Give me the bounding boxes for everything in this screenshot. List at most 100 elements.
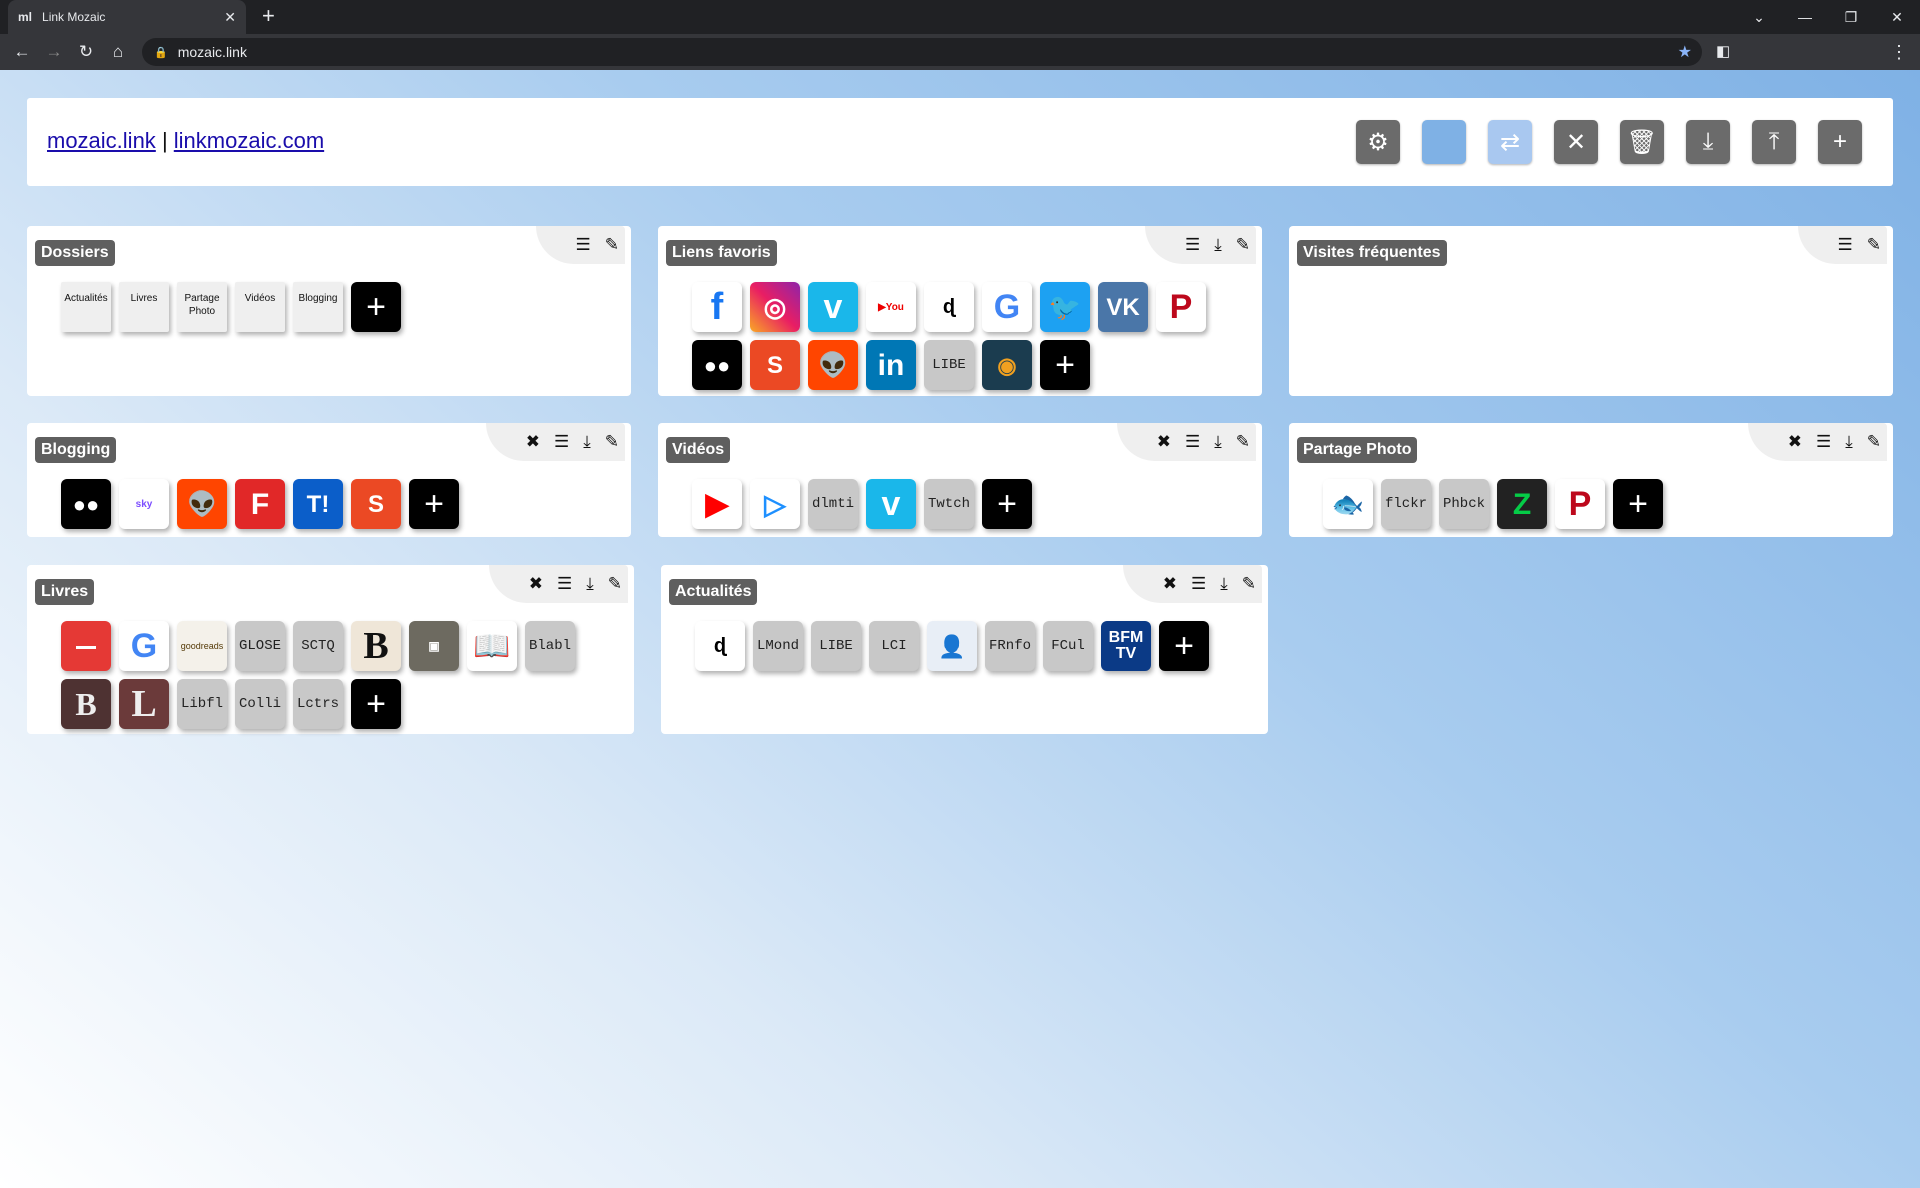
babelio-icon[interactable]: ▬▬ (61, 621, 111, 671)
close-button[interactable]: ✕ (1554, 120, 1598, 164)
france-info-icon[interactable]: 👤 (927, 621, 977, 671)
menu-icon[interactable]: ☰ (1838, 235, 1853, 255)
edit-icon[interactable]: ✎ (1236, 235, 1250, 255)
link-tile[interactable]: Libfl (177, 679, 227, 729)
youtube-icon[interactable]: ▶You (866, 282, 916, 332)
link-tile[interactable]: SCTQ (293, 621, 343, 671)
b-letter-icon[interactable]: B (351, 621, 401, 671)
close-icon[interactable]: ✖ (529, 574, 543, 594)
add-link-button[interactable]: + (409, 479, 459, 529)
back-icon[interactable]: ← (10, 40, 34, 64)
delete-button[interactable]: 🗑 (1620, 120, 1664, 164)
mozaic-link[interactable]: mozaic.link (47, 128, 156, 153)
medium-icon[interactable]: ●● (61, 479, 111, 529)
medium-icon[interactable]: ●● (692, 340, 742, 390)
add-link-button[interactable]: + (1159, 621, 1209, 671)
linkmozaic-link[interactable]: linkmozaic.com (174, 128, 324, 153)
b-letter-icon[interactable]: B (61, 679, 111, 729)
add-link-button[interactable]: + (982, 479, 1032, 529)
add-link-button[interactable]: + (1613, 479, 1663, 529)
address-bar[interactable]: 🔒 mozaic.link ★ (142, 38, 1702, 66)
link-tile[interactable]: FCul (1043, 621, 1093, 671)
google-icon[interactable]: G (982, 282, 1032, 332)
link-tile[interactable]: dlmti (808, 479, 858, 529)
edit-icon[interactable]: ✎ (1867, 235, 1881, 255)
twitter-icon[interactable]: 🐦 (1040, 282, 1090, 332)
fish-icon[interactable]: 🐟 (1323, 479, 1373, 529)
download-icon[interactable]: ⤓ (583, 432, 591, 452)
skyrock-icon[interactable]: sky (119, 479, 169, 529)
tab-search-icon[interactable]: ⌄ (1736, 0, 1782, 34)
link-tile[interactable]: LIBE (811, 621, 861, 671)
download-icon[interactable]: ⤓ (1214, 235, 1222, 255)
menu-icon[interactable]: ☰ (1185, 432, 1200, 452)
folder-item[interactable]: Partage Photo (177, 282, 227, 332)
link-tile[interactable]: LIBE (924, 340, 974, 390)
photo-book-icon[interactable]: ▣ (409, 621, 459, 671)
bookmark-star-icon[interactable]: ★ (1678, 42, 1692, 62)
edit-icon[interactable]: ✎ (608, 574, 622, 594)
linkedin-icon[interactable]: in (866, 340, 916, 390)
google-icon[interactable]: G (119, 621, 169, 671)
tumblr-t-icon[interactable]: T! (293, 479, 343, 529)
l-letter-icon[interactable]: L (119, 679, 169, 729)
menu-icon[interactable]: ☰ (1816, 432, 1831, 452)
download-icon[interactable]: ⤓ (586, 574, 594, 594)
download-icon[interactable]: ⤓ (1214, 432, 1222, 452)
link-tile[interactable]: LCI (869, 621, 919, 671)
minimize-button[interactable]: — (1782, 0, 1828, 34)
folder-item[interactable]: Vidéos (235, 282, 285, 332)
vimeo-icon[interactable]: v (866, 479, 916, 529)
close-icon[interactable]: ✖ (526, 432, 540, 452)
folder-item[interactable]: Actualités (61, 282, 111, 332)
stumbleupon-icon[interactable]: S (750, 340, 800, 390)
reddit-icon[interactable]: 👽 (177, 479, 227, 529)
bfmtv-icon[interactable]: BFM TV (1101, 621, 1151, 671)
menu-icon[interactable]: ☰ (554, 432, 569, 452)
color-button[interactable] (1422, 120, 1466, 164)
side-panel-icon[interactable]: ◧ (1716, 40, 1730, 64)
browser-tab[interactable]: ml Link Mozaic ✕ (8, 0, 246, 34)
upload-button[interactable]: ⤒ (1752, 120, 1796, 164)
menu-icon[interactable]: ☰ (1191, 574, 1206, 594)
instagram-icon[interactable]: ◎ (750, 282, 800, 332)
add-folder-button[interactable]: + (351, 282, 401, 332)
edit-icon[interactable]: ✎ (605, 432, 619, 452)
link-tile[interactable]: GLOSE (235, 621, 285, 671)
close-icon[interactable]: ✖ (1157, 432, 1171, 452)
youtube-icon[interactable]: ▶ (692, 479, 742, 529)
link-tile[interactable]: LMond (753, 621, 803, 671)
edit-icon[interactable]: ✎ (1242, 574, 1256, 594)
swap-button[interactable]: ⇄ (1488, 120, 1532, 164)
pinterest-icon[interactable]: P (1555, 479, 1605, 529)
le-devoir-icon[interactable]: ɖ (924, 282, 974, 332)
vk-icon[interactable]: VK (1098, 282, 1148, 332)
link-tile[interactable]: Lctrs (293, 679, 343, 729)
link-tile[interactable]: FRnfo (985, 621, 1035, 671)
add-link-button[interactable]: + (351, 679, 401, 729)
settings-button[interactable]: ⚙ (1356, 120, 1400, 164)
download-icon[interactable]: ⤓ (1220, 574, 1228, 594)
folder-item[interactable]: Blogging (293, 282, 343, 332)
home-icon[interactable]: ⌂ (106, 40, 130, 64)
link-tile[interactable]: Colli (235, 679, 285, 729)
goodreads-icon[interactable]: goodreads (177, 621, 227, 671)
pinterest-icon[interactable]: P (1156, 282, 1206, 332)
download-button[interactable]: ⤓ (1686, 120, 1730, 164)
forward-icon[interactable]: → (42, 40, 66, 64)
link-tile[interactable]: Twtch (924, 479, 974, 529)
folder-item[interactable]: Livres (119, 282, 169, 332)
add-button[interactable]: + (1818, 120, 1862, 164)
book-icon[interactable]: 📖 (467, 621, 517, 671)
edit-icon[interactable]: ✎ (1867, 432, 1881, 452)
close-window-button[interactable]: ✕ (1874, 0, 1920, 34)
menu-icon[interactable]: ☰ (576, 235, 591, 255)
add-link-button[interactable]: + (1040, 340, 1090, 390)
menu-icon[interactable]: ☰ (557, 574, 572, 594)
download-icon[interactable]: ⤓ (1845, 432, 1853, 452)
facebook-icon[interactable]: f (692, 282, 742, 332)
slideshare-icon[interactable]: ◉ (982, 340, 1032, 390)
le-devoir-icon[interactable]: ɖ (695, 621, 745, 671)
edit-icon[interactable]: ✎ (605, 235, 619, 255)
link-tile[interactable]: flckr (1381, 479, 1431, 529)
